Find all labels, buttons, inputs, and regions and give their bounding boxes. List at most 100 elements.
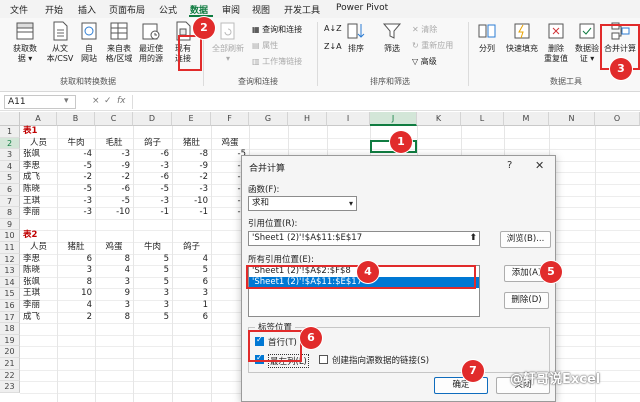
cell[interactable]: 5	[136, 254, 169, 266]
cell[interactable]: 牛肉	[60, 138, 92, 150]
column-header-n[interactable]: N	[549, 112, 595, 126]
remove-duplicates-button[interactable]: 删除 重复值	[542, 20, 570, 64]
cell[interactable]: 猪肚	[60, 242, 92, 254]
advanced-filter-button[interactable]: ▽ 高级	[412, 56, 437, 67]
cell[interactable]: 3	[136, 300, 169, 312]
column-header-f[interactable]: F	[211, 112, 249, 126]
cell[interactable]: 李丽	[23, 207, 54, 219]
help-icon[interactable]: ?	[507, 160, 512, 171]
row-header-3[interactable]: 3	[0, 149, 20, 161]
cell[interactable]: -3	[60, 196, 92, 208]
tab-review[interactable]: 审阅	[222, 3, 240, 16]
row-header-12[interactable]: 12	[0, 253, 20, 266]
cell[interactable]: -5	[136, 184, 169, 196]
column-header-c[interactable]: C	[95, 112, 133, 126]
cell[interactable]: -9	[175, 161, 208, 173]
browse-button[interactable]: 浏览(B)...	[500, 231, 551, 248]
row-header-1[interactable]: 1	[0, 126, 20, 138]
row-header-18[interactable]: 18	[0, 323, 20, 335]
tab-home[interactable]: 开始	[45, 3, 63, 16]
cell[interactable]: -5	[98, 196, 130, 208]
cell[interactable]: 6	[175, 312, 208, 324]
cell[interactable]: 表1	[23, 126, 54, 138]
column-header-g[interactable]: G	[249, 112, 288, 126]
row-header-22[interactable]: 22	[0, 369, 20, 382]
cell[interactable]: -2	[175, 172, 208, 184]
row-header-17[interactable]: 17	[0, 311, 20, 324]
row-header-6[interactable]: 6	[0, 184, 20, 196]
row-header-15[interactable]: 15	[0, 288, 20, 300]
row-header-13[interactable]: 13	[0, 265, 20, 277]
cell[interactable]: 成飞	[23, 312, 54, 324]
cell[interactable]: -3	[98, 149, 130, 161]
clear-filter-button[interactable]: ✕ 清除	[412, 24, 437, 35]
cell[interactable]: 8	[98, 312, 130, 324]
cell[interactable]: 陈晓	[23, 265, 54, 277]
edit-links-button[interactable]: ▥ 工作簿链接	[252, 56, 302, 67]
get-data-button[interactable]: 获取数据 ▾	[8, 20, 42, 64]
properties-button[interactable]: ▤ 属性	[252, 40, 278, 51]
cell[interactable]: 王琪	[23, 196, 54, 208]
cell[interactable]: -6	[98, 184, 130, 196]
cell[interactable]: -10	[175, 196, 208, 208]
cell[interactable]: 成飞	[23, 172, 54, 184]
queries-connections-button[interactable]: ▦ 查询和连接	[252, 24, 302, 35]
cell[interactable]: 3	[175, 288, 208, 300]
tab-formulas[interactable]: 公式	[159, 3, 177, 16]
filter-button[interactable]: 筛选	[380, 20, 404, 54]
column-header-e[interactable]: E	[172, 112, 211, 126]
cell[interactable]: 10	[60, 288, 92, 300]
column-header-k[interactable]: K	[417, 112, 461, 126]
cell[interactable]: 3	[98, 277, 130, 289]
cell[interactable]: 8	[60, 277, 92, 289]
column-header-o[interactable]: O	[595, 112, 640, 126]
row-header-10[interactable]: 10	[0, 230, 20, 242]
cell[interactable]: 3	[98, 300, 130, 312]
cell[interactable]: 1	[175, 300, 208, 312]
cell[interactable]: 毛肚	[98, 138, 130, 150]
cell[interactable]: 李思	[23, 254, 54, 266]
cell[interactable]: 5	[136, 277, 169, 289]
cell[interactable]: 5	[136, 265, 169, 277]
row-header-20[interactable]: 20	[0, 346, 20, 358]
row-header-11[interactable]: 11	[0, 242, 20, 254]
row-header-16[interactable]: 16	[0, 300, 20, 312]
cell[interactable]: 李丽	[23, 300, 54, 312]
collapse-dialog-icon[interactable]: ⬆	[469, 232, 477, 245]
cell[interactable]: -6	[136, 172, 169, 184]
cell[interactable]: -3	[136, 196, 169, 208]
cell[interactable]: -10	[98, 207, 130, 219]
sort-az-button[interactable]: A↓Z	[324, 24, 342, 33]
tab-page-layout[interactable]: 页面布局	[109, 3, 145, 16]
cell[interactable]: 4	[175, 254, 208, 266]
cell[interactable]: 李思	[23, 161, 54, 173]
cell[interactable]: 表2	[23, 230, 54, 242]
cell[interactable]: 8	[98, 254, 130, 266]
function-select[interactable]: 求和 ▾	[248, 196, 357, 211]
column-header-l[interactable]: L	[461, 112, 504, 126]
delete-button[interactable]: 删除(D)	[504, 292, 549, 309]
cell[interactable]: 牛肉	[136, 242, 169, 254]
row-header-21[interactable]: 21	[0, 358, 20, 370]
cell[interactable]: -1	[136, 207, 169, 219]
cell[interactable]: 5	[175, 265, 208, 277]
cancel-icon[interactable]: ×	[92, 96, 100, 106]
row-header-8[interactable]: 8	[0, 207, 20, 219]
cell[interactable]: 张飒	[23, 277, 54, 289]
cell[interactable]: 鸡蛋	[214, 138, 246, 150]
row-header-5[interactable]: 5	[0, 172, 20, 184]
close-icon[interactable]: ✕	[535, 159, 544, 172]
data-validation-button[interactable]: 数据验证 ▾	[572, 20, 602, 64]
cell[interactable]: -2	[60, 172, 92, 184]
from-text-csv-button[interactable]: 从文 本/CSV	[45, 20, 75, 64]
cell[interactable]: 人员	[23, 242, 54, 254]
row-header-19[interactable]: 19	[0, 334, 20, 347]
row-header-9[interactable]: 9	[0, 218, 20, 231]
tab-insert[interactable]: 插入	[78, 3, 96, 16]
tab-power-pivot[interactable]: Power Pivot	[336, 3, 388, 13]
cell[interactable]: 6	[175, 277, 208, 289]
fx-icon[interactable]: fx	[117, 96, 126, 106]
cell[interactable]: 张飒	[23, 149, 54, 161]
cell[interactable]: -5	[60, 184, 92, 196]
cell[interactable]: 鸡蛋	[98, 242, 130, 254]
